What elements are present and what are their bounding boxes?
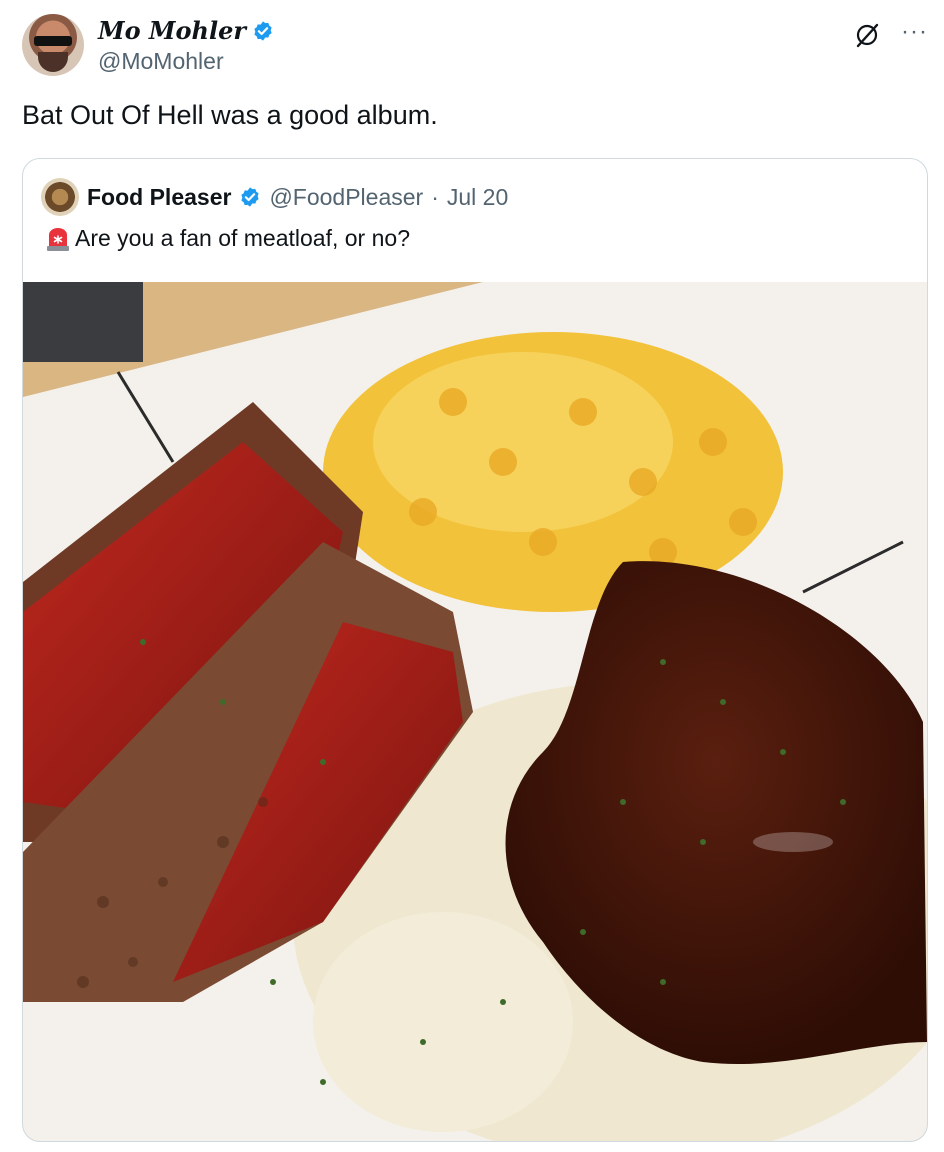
quoted-display-name[interactable]: Food Pleaser xyxy=(87,184,231,211)
quoted-text-row: Are you a fan of meatloaf, or no? xyxy=(45,225,410,252)
author-display-name[interactable]: Mo Mohler xyxy=(98,16,246,45)
meatloaf-photo[interactable] xyxy=(23,282,927,1141)
quoted-avatar[interactable] xyxy=(41,178,79,216)
verified-badge-icon xyxy=(241,187,260,207)
quoted-text: Are you a fan of meatloaf, or no? xyxy=(75,225,410,251)
separator-dot: · xyxy=(431,183,439,210)
author-handle[interactable]: @MoMohler xyxy=(98,48,224,75)
quoted-post-header: Food Pleaser @FoodPleaser · Jul 20 xyxy=(41,177,508,217)
verified-badge-icon xyxy=(254,20,272,41)
quoted-post[interactable]: Food Pleaser @FoodPleaser · Jul 20 Are y… xyxy=(22,158,928,1142)
post-header: Mo Mohler @MoMohler ··· xyxy=(22,12,928,82)
quoted-handle[interactable]: @FoodPleaser xyxy=(269,184,423,211)
post-text: Bat Out Of Hell was a good album. xyxy=(22,100,438,130)
siren-emoji-icon xyxy=(47,227,69,251)
author-name-row: Mo Mohler xyxy=(98,16,274,45)
grok-icon[interactable] xyxy=(854,22,880,48)
avatar[interactable] xyxy=(22,14,84,76)
more-icon[interactable]: ··· xyxy=(901,18,928,46)
quoted-date[interactable]: Jul 20 xyxy=(447,184,508,211)
